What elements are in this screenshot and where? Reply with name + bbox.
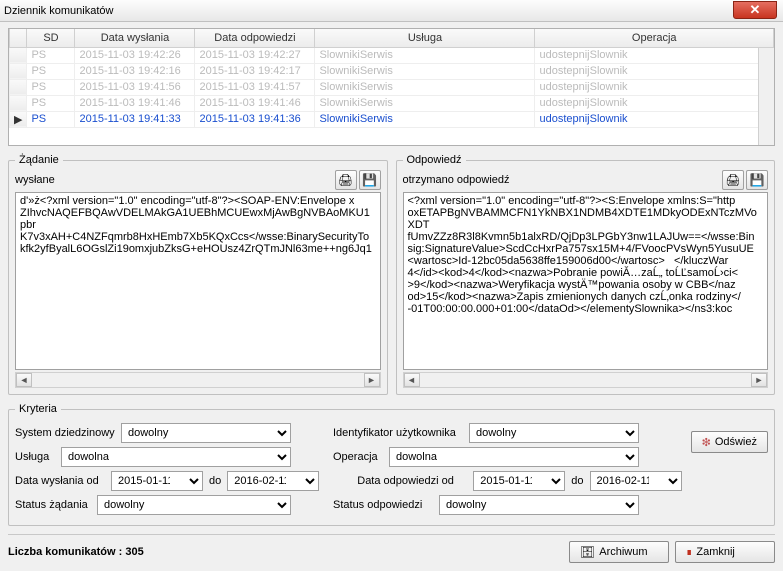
sent-from-label: Data wysłania od: [15, 475, 105, 487]
criteria-panel: Kryteria Odśwież System dziedzinowy dowo…: [8, 403, 775, 526]
row-indicator: [10, 95, 27, 111]
row-indicator: [10, 47, 27, 63]
system-label: System dziedzinowy: [15, 427, 115, 439]
resp-status-select[interactable]: dowolny: [439, 495, 639, 515]
printer-icon: [725, 173, 740, 187]
scroll-right-icon[interactable]: ►: [751, 373, 767, 387]
resp-status-label: Status odpowiedzi: [333, 499, 433, 511]
system-select[interactable]: dowolny: [121, 423, 291, 443]
criteria-legend: Kryteria: [15, 403, 61, 415]
table-row[interactable]: PS2015-11-03 19:42:262015-11-03 19:42:27…: [10, 47, 774, 63]
service-label: Usługa: [15, 451, 55, 463]
sent-from-date[interactable]: 2015-01-11: [111, 471, 203, 491]
scroll-left-icon[interactable]: ◄: [404, 373, 420, 387]
userid-select[interactable]: dowolny: [469, 423, 639, 443]
row-header-col: [10, 29, 27, 47]
request-sub: wysłane: [15, 174, 55, 186]
req-status-label: Status żądania: [15, 499, 91, 511]
userid-label: Identyfikator użytkownika: [333, 427, 463, 439]
col-sent[interactable]: Data wysłania: [75, 29, 195, 47]
archive-button[interactable]: Archiwum: [569, 541, 669, 563]
row-indicator: [10, 63, 27, 79]
operation-label: Operacja: [333, 451, 383, 463]
window-close-button[interactable]: ✕: [733, 1, 777, 19]
scroll-left-icon[interactable]: ◄: [16, 373, 32, 387]
col-resp[interactable]: Data odpowiedzi: [195, 29, 315, 47]
response-sub: otrzymano odpowiedź: [403, 174, 510, 186]
save-icon: [750, 173, 765, 187]
response-text[interactable]: <?xml version="1.0" encoding="utf-8"?><S…: [403, 192, 769, 370]
request-panel: Żądanie wysłane d'»ż<?xml version="1.0" …: [8, 154, 388, 395]
col-service[interactable]: Usługa: [315, 29, 535, 47]
req-status-select[interactable]: dowolny: [97, 495, 291, 515]
count-label: Liczba komunikatów : 305: [8, 546, 144, 558]
response-save-button[interactable]: [746, 170, 768, 190]
table-row[interactable]: PS2015-11-03 19:41:462015-11-03 19:41:46…: [10, 95, 774, 111]
table-row[interactable]: PS2015-11-03 19:42:162015-11-03 19:42:17…: [10, 63, 774, 79]
to-label-2: do: [571, 475, 583, 487]
resp-from-date[interactable]: 2015-01-11: [473, 471, 565, 491]
table-row[interactable]: PS2015-11-03 19:41:562015-11-03 19:41:57…: [10, 79, 774, 95]
refresh-icon: [702, 436, 711, 449]
response-panel: Odpowiedź otrzymano odpowiedź <?xml vers…: [396, 154, 776, 395]
col-operation[interactable]: Operacja: [535, 29, 774, 47]
archive-icon: [580, 545, 595, 559]
service-select[interactable]: dowolna: [61, 447, 291, 467]
resp-to-date[interactable]: 2016-02-11: [590, 471, 682, 491]
response-hscroll[interactable]: ◄ ►: [403, 372, 769, 388]
row-indicator: ▶: [10, 111, 27, 127]
close-icon: [686, 546, 692, 558]
sent-to-date[interactable]: 2016-02-11: [227, 471, 319, 491]
window-title: Dziennik komunikatów: [4, 5, 113, 17]
to-label-1: do: [209, 475, 221, 487]
request-text[interactable]: d'»ż<?xml version="1.0" encoding="utf-8"…: [15, 192, 381, 370]
scroll-right-icon[interactable]: ►: [364, 373, 380, 387]
titlebar: Dziennik komunikatów ✕: [0, 0, 783, 22]
request-legend: Żądanie: [15, 154, 63, 166]
request-save-button[interactable]: [359, 170, 381, 190]
close-button[interactable]: Zamknij: [675, 541, 775, 563]
col-sd[interactable]: SD: [27, 29, 75, 47]
response-legend: Odpowiedź: [403, 154, 466, 166]
table-row[interactable]: ▶PS2015-11-03 19:41:332015-11-03 19:41:3…: [10, 111, 774, 127]
resp-from-label: Data odpowiedzi od: [357, 475, 467, 487]
messages-table[interactable]: SD Data wysłania Data odpowiedzi Usługa …: [8, 28, 775, 146]
row-indicator: [10, 79, 27, 95]
request-hscroll[interactable]: ◄ ►: [15, 372, 381, 388]
response-print-button[interactable]: [722, 170, 744, 190]
refresh-button[interactable]: Odśwież: [691, 431, 768, 453]
printer-icon: [338, 173, 353, 187]
operation-select[interactable]: dowolna: [389, 447, 639, 467]
save-icon: [362, 173, 377, 187]
request-print-button[interactable]: [335, 170, 357, 190]
table-scrollbar[interactable]: [758, 48, 774, 145]
